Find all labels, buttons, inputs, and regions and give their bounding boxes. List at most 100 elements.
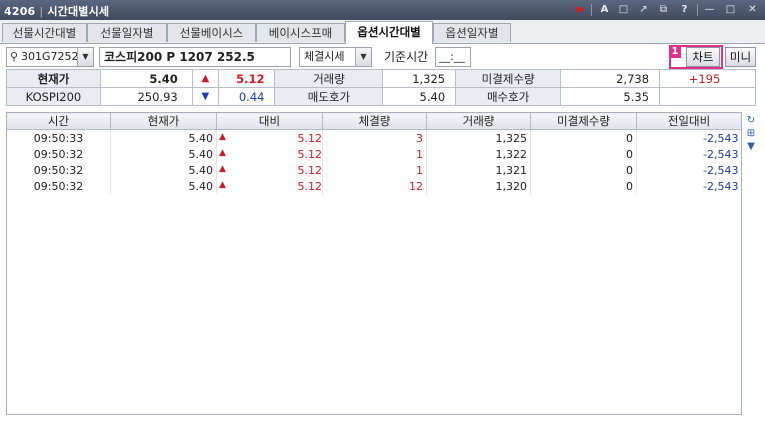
code-input[interactable]: ⚲ 301G7252 ▼: [6, 47, 94, 67]
screen-code: 4206: [4, 5, 36, 18]
new-window-icon[interactable]: □: [616, 2, 631, 17]
table-row[interactable]: 09:50:32 5.40 ▲ 5.12 1 1,322 0 -2,543: [6, 146, 742, 162]
chart-button[interactable]: 차트: [686, 47, 720, 67]
kospi200-label: KOSPI200: [6, 87, 101, 106]
screen-title: 시간대별시세: [47, 5, 110, 18]
code-value: 301G7252: [21, 50, 79, 63]
table-row[interactable]: 09:50:33 5.40 ▲ 5.12 3 1,325 0 -2,543: [6, 129, 742, 146]
cell-price: 5.40: [110, 146, 217, 162]
col-header-price[interactable]: 현재가: [110, 112, 217, 130]
play-icon[interactable]: ▶: [573, 2, 588, 17]
base-time-input[interactable]: __:__: [435, 47, 471, 67]
volume-value: 1,325: [382, 69, 457, 88]
window-titlebar: 4206 | 시간대별시세 ▶ A □ ↗ ⧉ ? — □ ✕: [0, 0, 765, 20]
cell-prev-change: -2,543: [636, 178, 742, 194]
col-header-open-interest[interactable]: 미결제수량: [530, 112, 637, 130]
cell-prev-change: -2,543: [636, 146, 742, 162]
open-interest-change: +195: [659, 69, 756, 88]
chevron-down-icon[interactable]: ▼: [77, 48, 93, 66]
minimize-icon[interactable]: —: [702, 2, 717, 17]
tab-basis-program[interactable]: 베이시스프매: [256, 23, 345, 42]
current-price-label: 현재가: [6, 69, 101, 88]
empty-cell: [659, 87, 756, 106]
cell-price: 5.40: [110, 178, 217, 194]
ask-price-label: 매도호가: [274, 87, 384, 106]
cell-open-interest: 0: [530, 178, 637, 194]
search-icon[interactable]: ⚲: [7, 48, 21, 66]
base-time-label: 기준시간: [384, 50, 429, 64]
maximize-icon[interactable]: □: [723, 2, 738, 17]
down-triangle-icon: ▼: [191, 87, 219, 106]
window-title: 4206 | 시간대별시세: [4, 5, 110, 18]
type-select-value: 체결시세: [304, 50, 345, 63]
link-icon[interactable]: ↗: [636, 2, 651, 17]
cell-open-interest: 0: [530, 146, 637, 162]
open-interest-label: 미결제수량: [455, 69, 562, 88]
cell-volume: 1,325: [426, 129, 531, 146]
cell-exec-volume: 1: [322, 146, 427, 162]
col-header-change[interactable]: 대비: [216, 112, 323, 130]
cell-time: 09:50:32: [6, 178, 111, 194]
refresh-icon[interactable]: ↻: [744, 115, 758, 127]
cell-change-value: 5.12: [297, 131, 323, 145]
cell-price: 5.40: [110, 162, 217, 178]
tab-futures-daily[interactable]: 선물일자별: [87, 23, 167, 42]
close-icon[interactable]: ✕: [745, 2, 760, 17]
type-select[interactable]: 체결시세 ▼: [299, 47, 372, 67]
current-price-value: 5.40: [99, 69, 193, 88]
copy-icon[interactable]: ⧉: [656, 2, 671, 17]
tab-bar: 선물시간대별 선물일자별 선물베이시스 베이시스프매 옵션시간대별 옵션일자별: [0, 20, 765, 44]
cell-change-value: 5.12: [297, 163, 323, 177]
cell-price: 5.40: [110, 129, 217, 146]
tab-options-time[interactable]: 옵션시간대별: [345, 21, 433, 44]
bid-price-value: 5.35: [560, 87, 661, 106]
kospi200-change: 0.44: [217, 87, 276, 106]
tick-grid[interactable]: 시간 현재가 대비 체결량 거래량 미결제수량 전일대비 09:50:33 5.…: [6, 112, 742, 194]
col-header-volume[interactable]: 거래량: [426, 112, 531, 130]
ask-price-value: 5.40: [382, 87, 457, 106]
col-header-prev-change[interactable]: 전일대비: [636, 112, 742, 130]
tab-futures-basis[interactable]: 선물베이시스: [167, 23, 256, 42]
cell-open-interest: 0: [530, 129, 637, 146]
cell-open-interest: 0: [530, 162, 637, 178]
up-triangle-icon: ▲: [219, 147, 226, 158]
up-triangle-icon: ▲: [219, 131, 226, 142]
help-icon[interactable]: ?: [677, 2, 692, 17]
up-triangle-icon: ▲: [191, 69, 219, 88]
bid-price-label: 매수호가: [455, 87, 562, 106]
summary-table: 현재가 5.40 ▲ 5.12 거래량 1,325 미결제수량 2,738 +1…: [6, 69, 756, 106]
font-icon[interactable]: A: [597, 2, 612, 17]
cell-prev-change: -2,543: [636, 162, 742, 178]
summary-row-price: 현재가 5.40 ▲ 5.12 거래량 1,325 미결제수량 2,738 +1…: [6, 69, 756, 88]
cell-change-value: 5.12: [297, 147, 323, 161]
tab-futures-time[interactable]: 선물시간대별: [2, 23, 87, 42]
volume-label: 거래량: [274, 69, 384, 88]
cell-exec-volume: 3: [322, 129, 427, 146]
cell-change: ▲ 5.12: [216, 178, 323, 194]
cell-time: 09:50:33: [6, 129, 111, 146]
instrument-name-field[interactable]: 코스피200 P 1207 252.5: [99, 47, 291, 67]
cell-change: ▲ 5.12: [216, 146, 323, 162]
cell-exec-volume: 1: [322, 162, 427, 178]
up-triangle-icon: ▲: [219, 179, 226, 190]
table-row[interactable]: 09:50:32 5.40 ▲ 5.12 12 1,320 0 -2,543: [6, 178, 742, 194]
scroll-down-icon[interactable]: ▼: [744, 141, 758, 153]
summary-row-index: KOSPI200 250.93 ▼ 0.44 매도호가 5.40 매수호가 5.…: [6, 87, 756, 106]
kospi200-value: 250.93: [99, 87, 193, 106]
add-icon[interactable]: ⊞: [744, 128, 758, 140]
table-row[interactable]: 09:50:32 5.40 ▲ 5.12 1 1,321 0 -2,543: [6, 162, 742, 178]
chevron-down-icon[interactable]: ▼: [355, 48, 371, 66]
cell-volume: 1,322: [426, 146, 531, 162]
cell-change: ▲ 5.12: [216, 129, 323, 146]
up-triangle-icon: ▲: [219, 163, 226, 174]
col-header-time[interactable]: 시간: [6, 112, 111, 130]
cell-volume: 1,320: [426, 178, 531, 194]
cell-exec-volume: 12: [322, 178, 427, 194]
col-header-exec-volume[interactable]: 체결량: [322, 112, 427, 130]
cell-time: 09:50:32: [6, 162, 111, 178]
cell-change: ▲ 5.12: [216, 162, 323, 178]
tab-options-daily[interactable]: 옵션일자별: [433, 23, 511, 42]
grid-header-row: 시간 현재가 대비 체결량 거래량 미결제수량 전일대비: [6, 112, 742, 130]
open-interest-value: 2,738: [560, 69, 661, 88]
mini-button[interactable]: 미니: [725, 47, 756, 67]
